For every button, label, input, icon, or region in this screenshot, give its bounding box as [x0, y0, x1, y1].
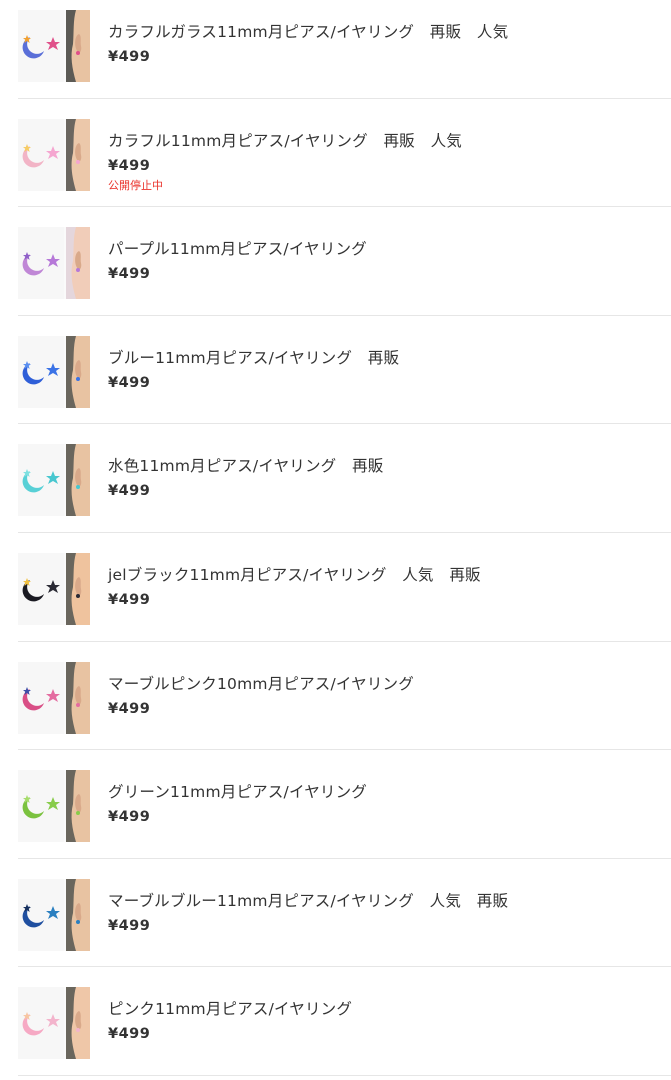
earring-photo-icon	[18, 770, 90, 843]
product-info: カラフルガラス11mm月ピアス/イヤリング 再販 人気 ¥499	[108, 22, 661, 66]
product-price: ¥499	[108, 157, 151, 174]
status-badge: 公開停止中	[108, 178, 163, 192]
product-info: マーブルピンク10mm月ピアス/イヤリング ¥499	[108, 674, 661, 718]
product-list-item[interactable]: マーブルブルー11mm月ピアス/イヤリング 人気 再販 ¥499	[18, 859, 671, 968]
product-title[interactable]: マーブルブルー11mm月ピアス/イヤリング 人気 再販	[108, 891, 661, 911]
product-price: ¥499	[108, 700, 151, 717]
product-info: グリーン11mm月ピアス/イヤリング ¥499	[108, 782, 661, 826]
product-thumbnail[interactable]	[18, 335, 90, 408]
product-list-item[interactable]: jelブラック11mm月ピアス/イヤリング 人気 再販 ¥499	[18, 533, 671, 642]
product-info: ブルー11mm月ピアス/イヤリング 再販 ¥499	[108, 348, 661, 392]
product-list-item[interactable]: ブルー11mm月ピアス/イヤリング 再販 ¥499	[18, 316, 671, 425]
earring-photo-icon	[18, 661, 90, 734]
product-title[interactable]: パープル11mm月ピアス/イヤリング	[108, 239, 661, 259]
earring-photo-icon	[18, 10, 90, 82]
earring-photo-icon	[18, 227, 90, 300]
product-list-item[interactable]: パープル11mm月ピアス/イヤリング ¥499	[18, 207, 671, 316]
product-thumbnail[interactable]	[18, 118, 90, 191]
product-list-item[interactable]: カラフル11mm月ピアス/イヤリング 再販 人気 ¥499 公開停止中	[18, 99, 671, 208]
product-list-item[interactable]: カラフルガラス11mm月ピアス/イヤリング 再販 人気 ¥499	[18, 0, 671, 99]
product-price: ¥499	[108, 1026, 151, 1043]
earring-photo-icon	[18, 987, 90, 1060]
product-price: ¥499	[108, 917, 151, 934]
product-thumbnail[interactable]	[18, 878, 90, 951]
product-list: カラフルガラス11mm月ピアス/イヤリング 再販 人気 ¥499 カラフル11mm月…	[0, 0, 671, 1076]
earring-photo-icon	[18, 552, 90, 625]
product-title[interactable]: グリーン11mm月ピアス/イヤリング	[108, 782, 661, 802]
product-thumbnail[interactable]	[18, 987, 90, 1060]
product-price: ¥499	[108, 483, 151, 500]
product-title[interactable]: マーブルピンク10mm月ピアス/イヤリング	[108, 674, 661, 694]
product-info: ピンク11mm月ピアス/イヤリング ¥499	[108, 999, 661, 1043]
product-thumbnail[interactable]	[18, 10, 90, 82]
product-price: ¥499	[108, 591, 151, 608]
earring-photo-icon	[18, 878, 90, 951]
product-list-item[interactable]: ピンク11mm月ピアス/イヤリング ¥499	[18, 967, 671, 1076]
product-title[interactable]: 水色11mm月ピアス/イヤリング 再販	[108, 456, 661, 476]
product-list-item[interactable]: グリーン11mm月ピアス/イヤリング ¥499	[18, 750, 671, 859]
product-info: 水色11mm月ピアス/イヤリング 再販 ¥499	[108, 456, 661, 500]
product-info: パープル11mm月ピアス/イヤリング ¥499	[108, 239, 661, 283]
product-thumbnail[interactable]	[18, 552, 90, 625]
earring-photo-icon	[18, 335, 90, 408]
product-thumbnail[interactable]	[18, 227, 90, 300]
product-price: ¥499	[108, 374, 151, 391]
product-title[interactable]: ピンク11mm月ピアス/イヤリング	[108, 999, 661, 1019]
product-title[interactable]: jelブラック11mm月ピアス/イヤリング 人気 再販	[108, 565, 661, 585]
earring-photo-icon	[18, 118, 90, 191]
product-thumbnail[interactable]	[18, 661, 90, 734]
product-price: ¥499	[108, 809, 151, 826]
product-title[interactable]: カラフル11mm月ピアス/イヤリング 再販 人気	[108, 131, 661, 151]
product-price: ¥499	[108, 266, 151, 283]
product-list-item[interactable]: マーブルピンク10mm月ピアス/イヤリング ¥499	[18, 642, 671, 751]
earring-photo-icon	[18, 444, 90, 517]
product-price: ¥499	[108, 49, 151, 65]
product-info: jelブラック11mm月ピアス/イヤリング 人気 再販 ¥499	[108, 565, 661, 609]
product-info: マーブルブルー11mm月ピアス/イヤリング 人気 再販 ¥499	[108, 891, 661, 935]
product-thumbnail[interactable]	[18, 444, 90, 517]
product-list-item[interactable]: 水色11mm月ピアス/イヤリング 再販 ¥499	[18, 424, 671, 533]
product-info: カラフル11mm月ピアス/イヤリング 再販 人気 ¥499 公開停止中	[108, 131, 661, 193]
product-title[interactable]: カラフルガラス11mm月ピアス/イヤリング 再販 人気	[108, 22, 661, 42]
product-thumbnail[interactable]	[18, 770, 90, 843]
product-title[interactable]: ブルー11mm月ピアス/イヤリング 再販	[108, 348, 661, 368]
